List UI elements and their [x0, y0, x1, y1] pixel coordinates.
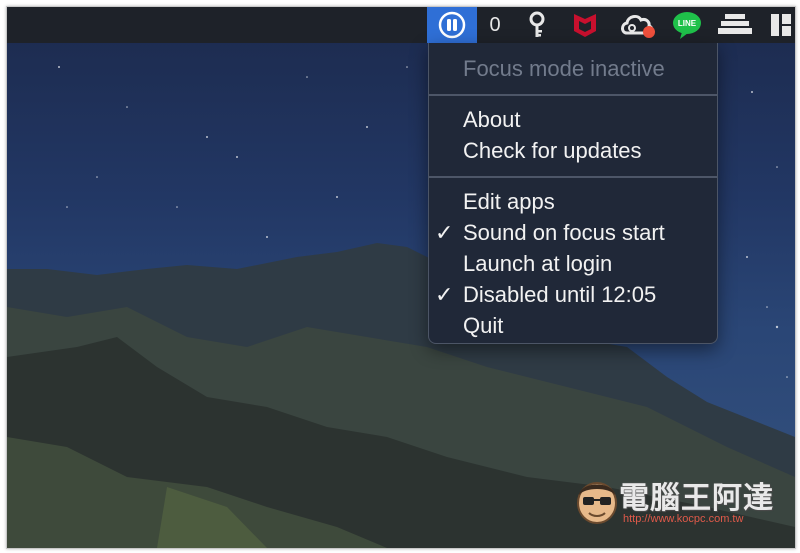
watermark-url: http://www.kocpc.com.tw — [623, 513, 744, 525]
focus-dropdown-menu: Focus mode inactive About Check for upda… — [428, 43, 718, 344]
line-button[interactable]: LINE — [669, 7, 705, 43]
menu-item-sound-on-focus-start[interactable]: ✓ Sound on focus start — [429, 217, 717, 248]
menu-item-check-updates[interactable]: Check for updates — [429, 135, 717, 166]
menu-separator — [429, 176, 717, 178]
menu-separator — [429, 94, 717, 96]
layout-menu-button[interactable] — [767, 7, 795, 43]
menu-item-status: Focus mode inactive — [463, 56, 665, 81]
checkmark-icon: ✓ — [435, 220, 454, 245]
watermark-title: 電腦王阿達 — [619, 482, 774, 515]
creative-cloud-button[interactable] — [617, 7, 659, 43]
checkmark-icon: ✓ — [435, 282, 454, 307]
status-count[interactable]: 0 — [481, 7, 509, 43]
svg-text:LINE: LINE — [678, 19, 697, 28]
menu-item-about[interactable]: About — [429, 104, 717, 135]
menu-item-launch-at-login[interactable]: Launch at login — [429, 248, 717, 279]
menu-item-quit[interactable]: Quit — [429, 310, 717, 341]
menu-item-label: Disabled until 12:05 — [463, 282, 657, 307]
menu-bar: 0 LINE — [7, 7, 795, 43]
watermark: 電腦王阿達 http://www.kocpc.com.tw — [575, 469, 785, 531]
focus-app-menu-button[interactable] — [427, 7, 477, 43]
layout-icon — [771, 14, 791, 36]
screenshot-frame: 0 LINE Focus mode inactive About Check f… — [6, 6, 796, 549]
menu-item-label: Sound on focus start — [463, 220, 665, 245]
stack-menu-button[interactable] — [715, 7, 755, 43]
menu-item-edit-apps[interactable]: Edit apps — [429, 186, 717, 217]
keychain-button[interactable] — [523, 7, 551, 43]
mascot-face-icon — [577, 482, 617, 524]
mcafee-icon — [574, 14, 596, 37]
key-icon — [529, 11, 545, 37]
stack-icon — [718, 14, 752, 34]
creative-cloud-icon — [621, 14, 655, 38]
focus-pause-icon — [438, 11, 466, 39]
mcafee-button[interactable] — [567, 7, 603, 43]
line-icon: LINE — [673, 12, 701, 39]
menu-item-disabled-until[interactable]: ✓ Disabled until 12:05 — [429, 279, 717, 310]
